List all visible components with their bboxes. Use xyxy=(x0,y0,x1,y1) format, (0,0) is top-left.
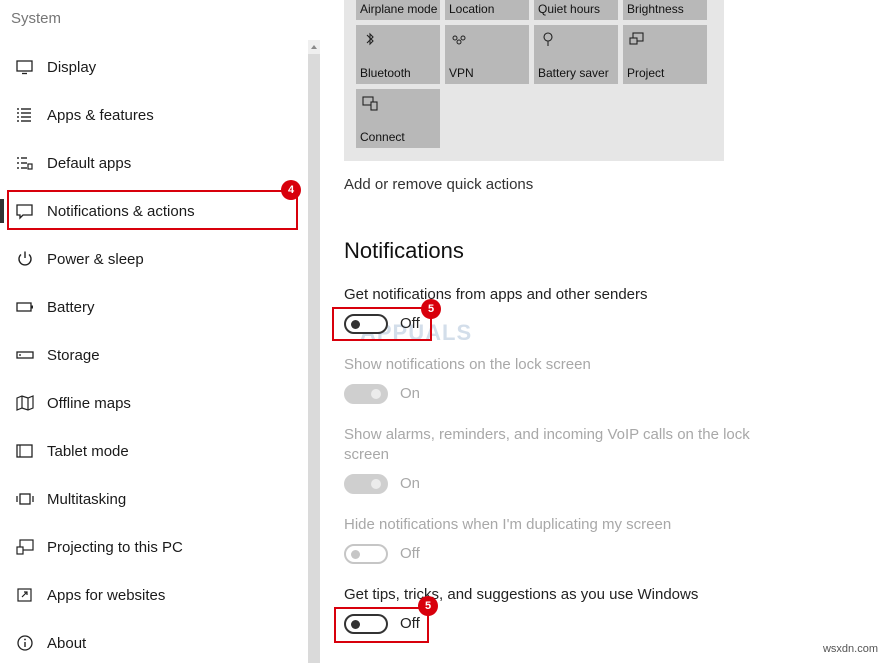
notifications-heading: Notifications xyxy=(344,238,464,263)
highlight-box-notifications xyxy=(7,190,298,230)
setting-label-alarms: Show alarms, reminders, and incoming VoI… xyxy=(344,426,750,463)
quick-action-battery-saver[interactable]: Battery saver xyxy=(534,25,618,84)
quick-action-vpn[interactable]: VPN xyxy=(445,25,529,84)
apps-websites-icon xyxy=(17,588,32,602)
sidebar-item-label: Battery xyxy=(47,298,95,316)
add-remove-quick-actions-link[interactable]: Add or remove quick actions xyxy=(344,176,533,193)
quick-action-label: Connect xyxy=(360,130,405,144)
toggle-knob xyxy=(351,550,360,559)
sidebar-item-default-apps[interactable]: Default apps xyxy=(0,143,300,183)
quick-action-label: Project xyxy=(627,66,665,80)
quick-action-project[interactable]: Project xyxy=(623,25,707,84)
highlight-box-toggle-notifications xyxy=(332,307,432,341)
sidebar-item-label: Multitasking xyxy=(47,490,127,508)
toggle-state-alarms: On xyxy=(400,475,421,492)
quick-action-location[interactable]: Location xyxy=(445,0,529,20)
project-icon xyxy=(629,32,644,45)
sidebar-item-label: Apps for websites xyxy=(47,586,166,604)
quick-action-label: Battery saver xyxy=(538,66,609,80)
sidebar-item-tablet-mode[interactable]: Tablet mode xyxy=(0,431,300,471)
toggle-hide-duplicating[interactable] xyxy=(344,544,388,564)
sidebar-item-display[interactable]: Display xyxy=(0,47,300,87)
sidebar-item-label: Offline maps xyxy=(47,394,131,412)
battery-icon xyxy=(16,302,33,312)
sidebar-item-multitasking[interactable]: Multitasking xyxy=(0,479,300,519)
toggle-knob xyxy=(371,479,381,489)
quick-action-label: Location xyxy=(449,2,495,16)
toggle-state-hide-duplicating: Off xyxy=(400,545,420,562)
setting-label-hide-duplicating: Hide notifications when I'm duplicating … xyxy=(344,516,672,533)
toggle-state-lock-screen: On xyxy=(400,385,421,402)
sidebar-item-projecting[interactable]: Projecting to this PC xyxy=(0,527,300,567)
step-badge-5: 5 xyxy=(421,299,441,319)
sidebar-item-label: Power & sleep xyxy=(47,250,144,268)
sidebar-item-label: Display xyxy=(47,58,97,76)
multitasking-icon xyxy=(16,493,34,505)
sidebar-item-apps-for-websites[interactable]: Apps for websites xyxy=(0,575,300,615)
quick-action-connect[interactable]: Connect xyxy=(356,89,440,148)
monitor-icon xyxy=(16,60,33,75)
map-icon xyxy=(16,395,34,411)
list-icon xyxy=(17,108,31,122)
step-badge-5: 5 xyxy=(418,596,438,616)
sidebar-item-storage[interactable]: Storage xyxy=(0,335,300,375)
quick-action-label: Brightness xyxy=(627,2,684,16)
sidebar-item-offline-maps[interactable]: Offline maps xyxy=(0,383,300,423)
setting-label-tips: Get tips, tricks, and suggestions as you… xyxy=(344,586,699,603)
tablet-icon xyxy=(16,444,33,458)
sidebar: System Display Apps & features Default a… xyxy=(0,0,308,663)
highlight-box-toggle-tips xyxy=(334,607,429,643)
quick-action-brightness[interactable]: Brightness xyxy=(623,0,707,20)
battery-saver-icon xyxy=(543,32,553,46)
sidebar-item-about[interactable]: About xyxy=(0,623,300,663)
scroll-up-arrow-icon[interactable] xyxy=(308,40,320,54)
step-badge-4: 4 xyxy=(281,180,301,200)
default-apps-icon xyxy=(17,157,33,170)
quick-action-bluetooth[interactable]: Bluetooth xyxy=(356,25,440,84)
projecting-icon xyxy=(16,539,34,555)
sidebar-scrollbar[interactable] xyxy=(308,40,320,663)
quick-action-label: VPN xyxy=(449,66,474,80)
quick-action-airplane-mode[interactable]: Airplane mode xyxy=(356,0,440,20)
sidebar-item-label: Default apps xyxy=(47,154,132,172)
sidebar-item-label: Projecting to this PC xyxy=(47,538,183,556)
sidebar-item-label: Apps & features xyxy=(47,106,154,124)
info-icon xyxy=(17,635,33,651)
sidebar-title: System xyxy=(11,10,62,27)
toggle-lock-screen[interactable] xyxy=(344,384,388,404)
toggle-alarms[interactable] xyxy=(344,474,388,494)
quick-action-label: Bluetooth xyxy=(360,66,411,80)
quick-action-quiet-hours[interactable]: Quiet hours xyxy=(534,0,618,20)
bluetooth-icon xyxy=(366,32,374,46)
setting-label-lock-screen: Show notifications on the lock screen xyxy=(344,356,591,373)
sidebar-item-label: Storage xyxy=(47,346,100,364)
power-icon xyxy=(18,251,32,266)
source-watermark: wsxdn.com xyxy=(822,643,878,655)
quick-action-label: Airplane mode xyxy=(360,2,438,16)
sidebar-item-label: Tablet mode xyxy=(47,442,129,460)
sidebar-item-power-sleep[interactable]: Power & sleep xyxy=(0,239,300,279)
vpn-icon xyxy=(452,35,466,45)
sidebar-item-label: About xyxy=(47,634,87,652)
quick-action-label: Quiet hours xyxy=(538,2,601,16)
storage-icon xyxy=(16,351,34,359)
toggle-knob xyxy=(371,389,381,399)
sidebar-item-battery[interactable]: Battery xyxy=(0,287,300,327)
connect-icon xyxy=(362,96,378,111)
setting-label-get-notifications: Get notifications from apps and other se… xyxy=(344,286,648,303)
sidebar-item-apps-features[interactable]: Apps & features xyxy=(0,95,300,135)
